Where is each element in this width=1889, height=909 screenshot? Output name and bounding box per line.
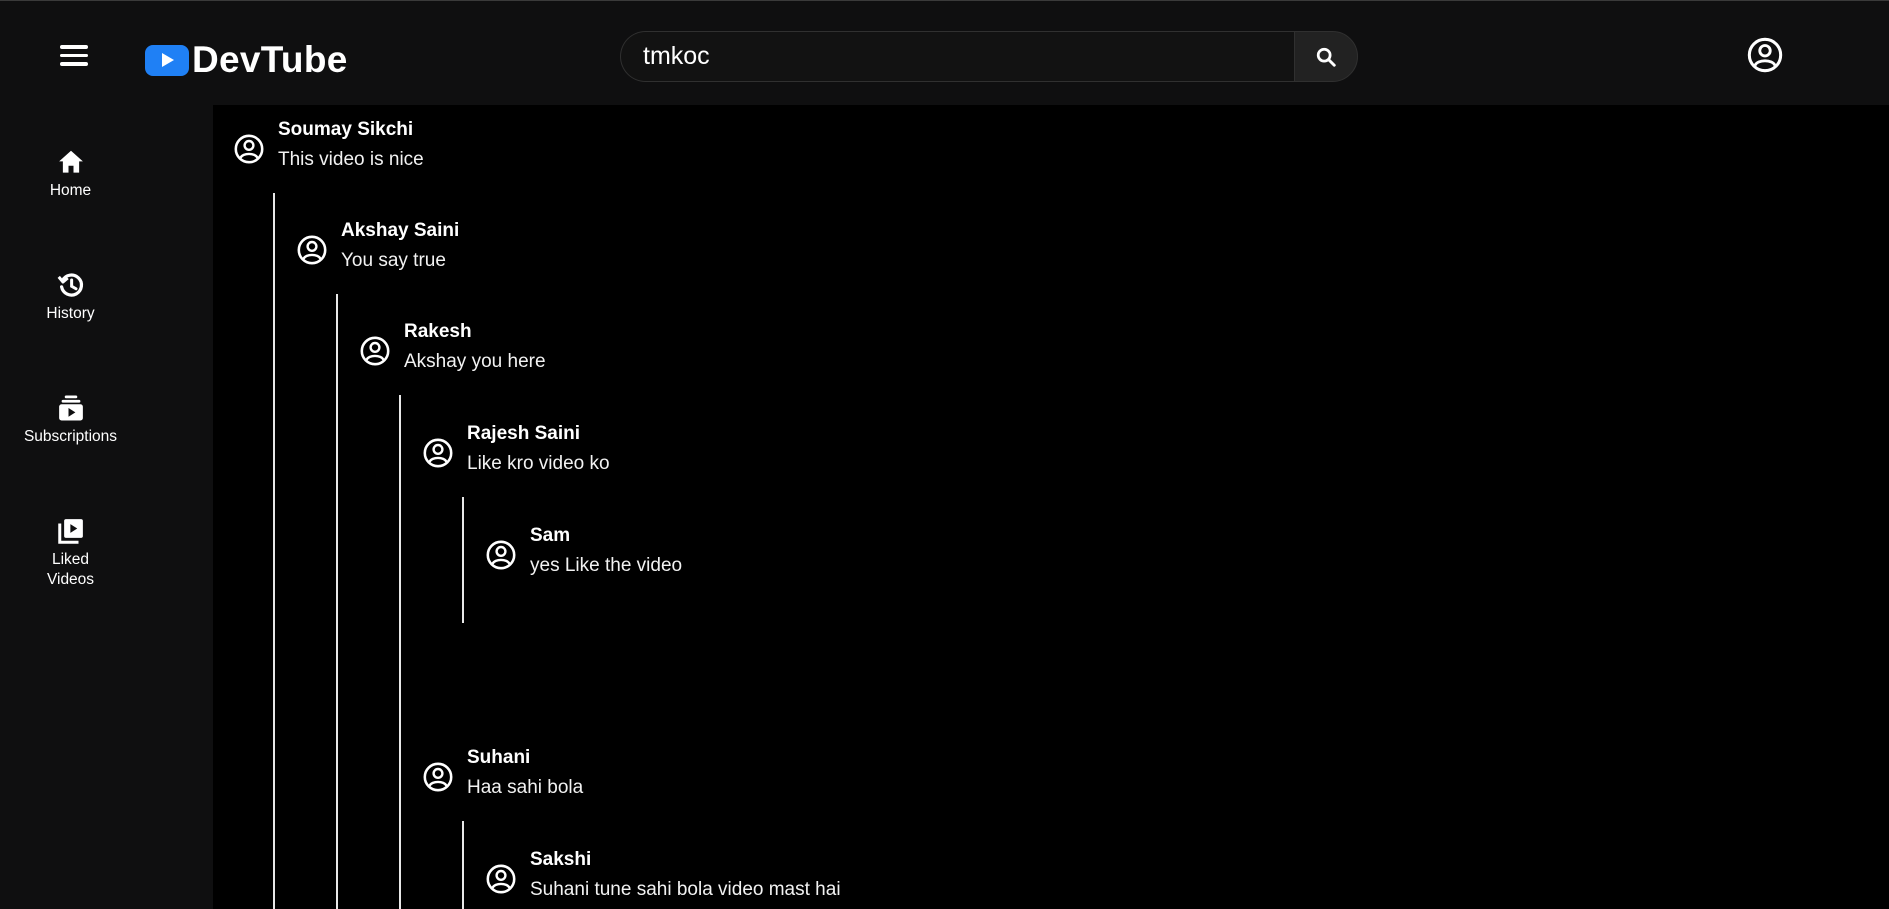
user-avatar-icon bbox=[297, 235, 327, 265]
search-button[interactable] bbox=[1294, 31, 1358, 82]
comment-item: Rajesh Saini Like kro video ko bbox=[422, 419, 610, 479]
comment-item: Rakesh Akshay you here bbox=[359, 317, 546, 377]
search-bar bbox=[620, 31, 1358, 82]
comment-author: Sam bbox=[530, 525, 571, 546]
user-avatar-icon bbox=[360, 336, 390, 366]
thread-line bbox=[399, 395, 401, 909]
comment-item: Suhani Haa sahi bola bbox=[422, 743, 583, 803]
thread-line bbox=[462, 821, 464, 909]
comment-author: Soumay Sikchi bbox=[278, 119, 414, 140]
sidebar: Home History Subscriptions Liked Videos bbox=[0, 105, 213, 909]
history-icon bbox=[57, 273, 83, 297]
logo[interactable]: DevTube bbox=[145, 39, 348, 81]
comment-item: Sam yes Like the video bbox=[485, 521, 682, 581]
comment-item: Soumay Sikchi This video is nice bbox=[233, 115, 424, 175]
user-avatar-icon bbox=[423, 438, 453, 468]
top-header: DevTube bbox=[0, 0, 1889, 105]
home-icon bbox=[58, 150, 83, 173]
menu-icon[interactable] bbox=[60, 45, 90, 69]
user-avatar-icon bbox=[234, 134, 264, 164]
comment-text: yes Like the video bbox=[530, 555, 683, 576]
sidebar-item-home[interactable]: Home bbox=[0, 147, 141, 201]
search-icon bbox=[1316, 47, 1336, 67]
comment-item: Akshay Saini You say true bbox=[296, 216, 459, 276]
thread-line bbox=[462, 497, 464, 623]
comment-text: You say true bbox=[341, 250, 446, 271]
sidebar-item-label: Liked Videos bbox=[46, 551, 95, 588]
comment-author: Suhani bbox=[467, 747, 531, 768]
sidebar-item-label: Subscriptions bbox=[23, 428, 118, 445]
comment-text: This video is nice bbox=[278, 149, 424, 170]
comment-author: Rakesh bbox=[404, 321, 472, 342]
comment-author: Sakshi bbox=[530, 849, 592, 870]
comments-thread: Soumay Sikchi This video is nice Akshay … bbox=[213, 105, 1889, 909]
comment-text: Suhani tune sahi bola video mast hai bbox=[530, 879, 841, 900]
subscriptions-icon bbox=[58, 395, 83, 421]
search-input[interactable] bbox=[620, 31, 1294, 82]
thread-line bbox=[273, 193, 275, 909]
comment-author: Rajesh Saini bbox=[467, 423, 580, 444]
sidebar-item-label: History bbox=[46, 305, 95, 322]
thread-line bbox=[336, 294, 338, 909]
user-account-icon[interactable] bbox=[1746, 36, 1784, 74]
comment-item: Sakshi Suhani tune sahi bola video mast … bbox=[485, 845, 841, 905]
sidebar-item-liked-videos[interactable]: Liked Videos bbox=[0, 516, 141, 590]
comment-text: Haa sahi bola bbox=[467, 777, 584, 798]
comment-text: Akshay you here bbox=[404, 351, 546, 372]
user-avatar-icon bbox=[486, 540, 516, 570]
user-avatar-icon bbox=[423, 762, 453, 792]
liked-videos-icon bbox=[57, 519, 83, 544]
comment-author: Akshay Saini bbox=[341, 220, 460, 241]
logo-text: DevTube bbox=[192, 39, 348, 80]
comment-text: Like kro video ko bbox=[467, 453, 610, 474]
user-avatar-icon bbox=[486, 864, 516, 894]
sidebar-item-history[interactable]: History bbox=[0, 270, 141, 324]
sidebar-item-label: Home bbox=[49, 182, 92, 199]
sidebar-item-subscriptions[interactable]: Subscriptions bbox=[0, 393, 141, 447]
play-logo-icon bbox=[145, 44, 189, 76]
